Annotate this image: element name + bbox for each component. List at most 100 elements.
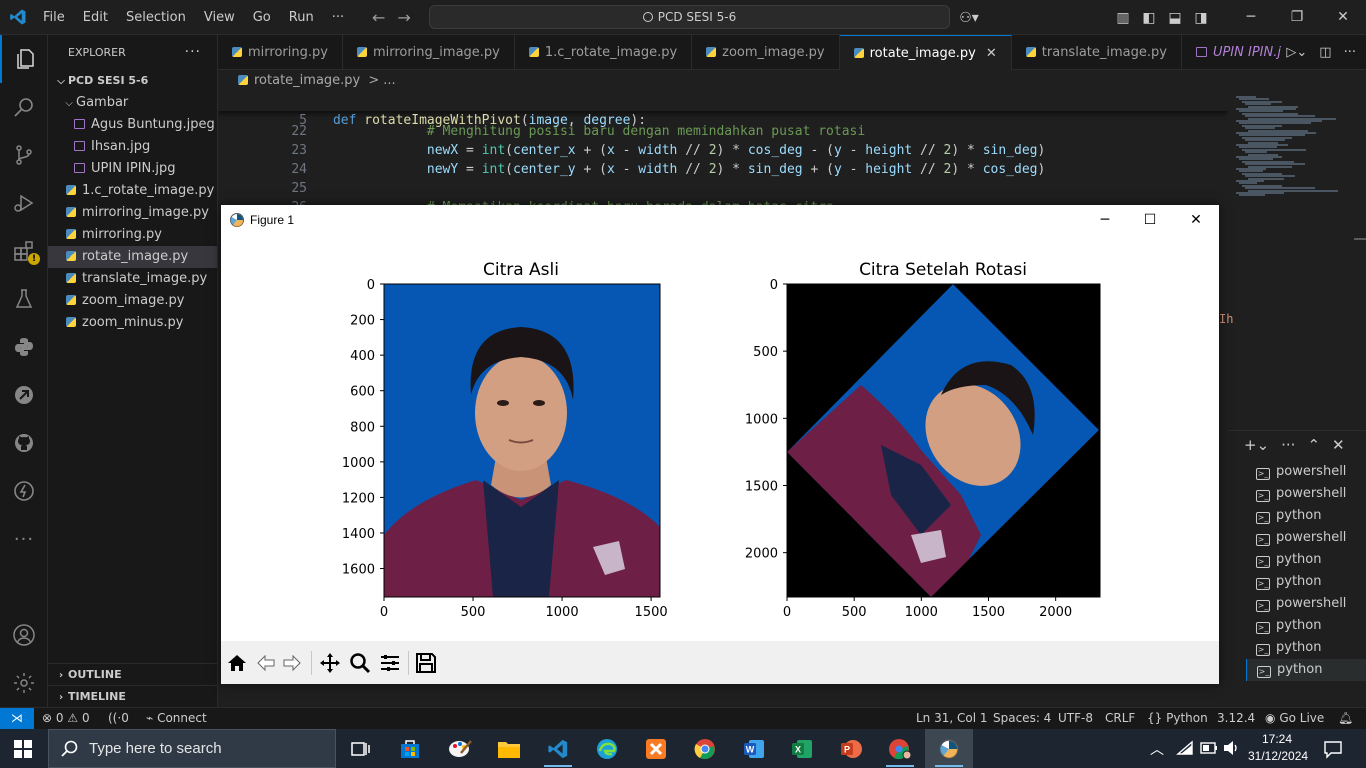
tab-upin-ipin[interactable]: UPIN IPIN.j [1182,35,1295,70]
minimap[interactable] [1228,92,1366,428]
ports-indicator[interactable]: ((·0 [108,708,129,729]
file-item[interactable]: Agus Buntung.jpeg [48,114,217,136]
wifi-icon[interactable] [1176,740,1194,756]
menu-file[interactable]: File [34,0,74,35]
chrome-icon[interactable] [681,729,729,768]
forward-arrow-icon[interactable]: → [397,8,410,27]
run-debug-icon[interactable] [0,179,48,227]
code-editor[interactable]: 5 def rotateImageWithPivot(image, degree)… [218,92,1228,207]
tab-mirroring-image[interactable]: mirroring_image.py [343,35,515,70]
edge-browser-icon[interactable] [583,729,631,768]
testing-icon[interactable] [0,275,48,323]
figure-maximize-button[interactable]: ☐ [1127,205,1173,235]
file-item[interactable]: 1.c_rotate_image.py [48,180,217,202]
tab-zoom-image[interactable]: zoom_image.py [692,35,840,70]
accounts-icon[interactable] [0,611,48,659]
volume-icon[interactable] [1222,740,1240,756]
run-file-icon[interactable]: ▷⌄ [1286,45,1307,60]
file-item-selected[interactable]: rotate_image.py [48,246,217,268]
new-terminal-icon[interactable]: +⌄ [1244,436,1269,454]
tab-rotate-image[interactable]: rotate_image.py ✕ [839,35,1012,70]
folder-gambar[interactable]: ⌵ Gambar [48,92,217,114]
code-line[interactable]: 24 newY = int(center_y + (x - width // 2… [218,141,1228,177]
tab-translate-image[interactable]: translate_image.py [1012,35,1182,70]
configure-icon[interactable] [378,651,402,675]
excel-icon[interactable]: X [778,729,826,768]
menu-run[interactable]: Run [280,0,323,35]
menu-edit[interactable]: Edit [74,0,117,35]
maximize-panel-icon[interactable]: ⌃ [1307,436,1320,454]
outline-section[interactable]: › OUTLINE [48,663,218,685]
breadcrumb-file[interactable]: rotate_image.py [254,73,360,88]
customize-layout-icon[interactable]: ▥ [1110,10,1136,26]
close-window-button[interactable]: ✕ [1320,0,1366,35]
file-item[interactable]: Ihsan.jpg [48,136,217,158]
terminal-item[interactable]: >_ python [1246,615,1366,637]
split-editor-icon[interactable]: ◫ [1319,45,1331,60]
remote-explorer-icon[interactable] [0,371,48,419]
home-icon[interactable] [225,651,249,675]
more-views-icon[interactable]: ··· [0,515,48,563]
terminal-item[interactable]: >_ python [1246,637,1366,659]
file-item[interactable]: UPIN IPIN.jpg [48,158,217,180]
extensions-icon[interactable]: ! [0,227,48,275]
notification-center-icon[interactable] [1323,739,1343,759]
manage-gear-icon[interactable] [0,659,48,707]
sticky-scroll-line[interactable]: 5 def rotateImageWithPivot(image, degree)… [218,92,1228,128]
forward-icon[interactable] [280,651,304,675]
close-panel-icon[interactable]: ✕ [1332,436,1345,454]
powerpoint-icon[interactable]: P [827,729,875,768]
indentation[interactable]: Spaces: 4 [993,708,1051,729]
paint-app-icon[interactable] [436,729,484,768]
notifications-bell-icon[interactable]: 🔔︎ [1338,708,1353,729]
live-share-icon[interactable] [0,467,48,515]
menu-more[interactable]: ··· [323,0,353,35]
encoding[interactable]: UTF-8 [1058,708,1093,729]
file-item[interactable]: zoom_minus.py [48,312,217,334]
figure-close-button[interactable]: ✕ [1173,205,1219,235]
explorer-more-icon[interactable]: ··· [185,35,201,70]
figure-minimize-button[interactable]: ─ [1082,205,1128,235]
terminal-more-icon[interactable]: ··· [1281,436,1295,454]
toggle-secondary-sidebar-icon[interactable]: ◨ [1188,10,1214,26]
timeline-section[interactable]: › TIMELINE [48,685,218,707]
pan-icon[interactable] [318,651,342,675]
back-icon[interactable] [254,651,278,675]
terminal-item[interactable]: >_ powershell [1246,527,1366,549]
terminal-item[interactable]: >_ python [1246,505,1366,527]
breadcrumb-symbol[interactable]: ... [383,73,395,88]
python-version[interactable]: 3.12.4 [1217,708,1255,729]
figure-canvas[interactable]: Citra Asli 0 500 1000 150002004006008001… [221,235,1219,641]
back-arrow-icon[interactable]: ← [372,8,385,27]
editor-more-icon[interactable]: ··· [1344,45,1356,60]
word-icon[interactable]: W [730,729,778,768]
terminal-item[interactable]: >_ powershell [1246,483,1366,505]
taskbar-search[interactable]: Type here to search [48,729,336,768]
battery-icon[interactable] [1200,741,1218,755]
workspace-folder[interactable]: ⌵ PCD SESI 5-6 [48,70,217,92]
scrollbar-thumb[interactable] [1354,238,1366,240]
figure-title-bar[interactable]: Figure 1 ─ ☐ ✕ [221,205,1219,235]
search-icon[interactable] [0,83,48,131]
save-icon[interactable] [414,651,438,675]
chevron-up-icon[interactable]: ︿ [1150,739,1164,759]
tab-1c-rotate-image[interactable]: 1.c_rotate_image.py [515,35,693,70]
language-mode[interactable]: {} Python [1147,708,1208,729]
menu-selection[interactable]: Selection [117,0,195,35]
tab-mirroring[interactable]: mirroring.py [218,35,343,70]
go-live-button[interactable]: ◉ Go Live [1265,708,1324,729]
terminal-item-active[interactable]: >_ python [1246,659,1366,681]
microsoft-store-icon[interactable] [386,729,434,768]
copilot-icon[interactable]: ⚇▾ [952,10,986,26]
file-item[interactable]: translate_image.py [48,268,217,290]
source-control-icon[interactable] [0,131,48,179]
matplotlib-taskbar-icon[interactable] [925,729,973,768]
minimize-button[interactable]: ─ [1228,0,1274,35]
terminal-item[interactable]: >_ powershell [1246,593,1366,615]
terminal-item[interactable]: >_ powershell [1246,461,1366,483]
close-tab-icon[interactable]: ✕ [986,46,997,61]
github-icon[interactable] [0,419,48,467]
menu-go[interactable]: Go [244,0,280,35]
file-item[interactable]: mirroring.py [48,224,217,246]
file-item[interactable]: zoom_image.py [48,290,217,312]
